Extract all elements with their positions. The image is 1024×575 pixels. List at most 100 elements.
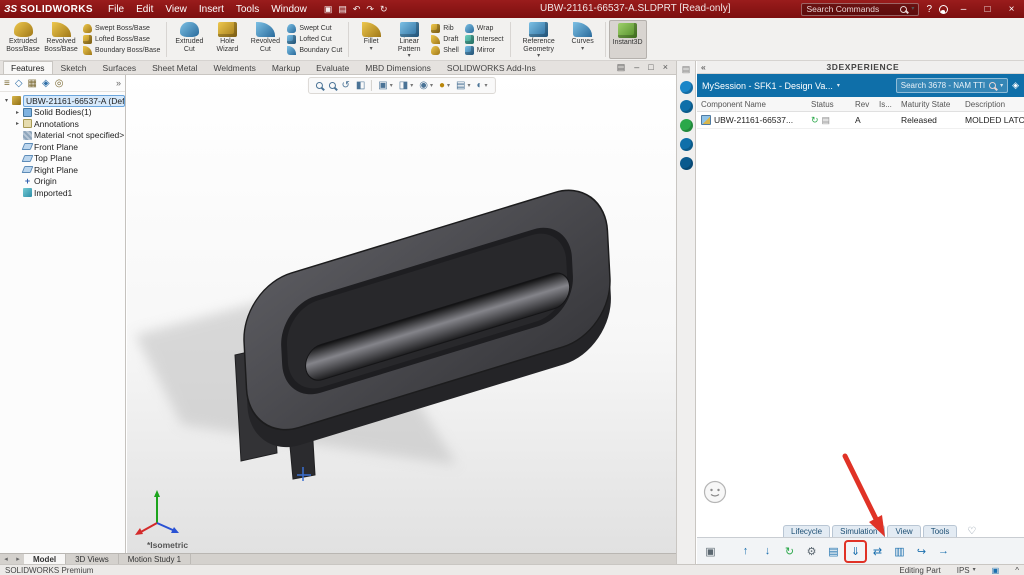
dropdown-icon[interactable]: ▾ (390, 82, 393, 89)
save-icon[interactable]: ▤ (338, 4, 347, 15)
child-close-button[interactable]: × (663, 63, 668, 72)
intersect-button[interactable]: Intersect (465, 35, 504, 44)
expand-arrow-icon[interactable]: ▸ (14, 109, 21, 116)
tab-mbd-dimensions[interactable]: MBD Dimensions (357, 61, 439, 74)
view-settings-icon[interactable]: ◐ (477, 80, 483, 91)
previous-view-icon[interactable]: ↺ (341, 80, 349, 91)
lofted-boss-base-button[interactable]: Lofted Boss/Base (83, 35, 160, 44)
tree-item-top-plane[interactable]: Top Plane (3, 153, 125, 165)
tree-item-origin[interactable]: + Origin (3, 176, 125, 188)
community-icon[interactable] (680, 138, 693, 151)
display-style-icon[interactable]: ◨ (399, 80, 408, 91)
tab-solidworks-addins[interactable]: SOLIDWORKS Add-Ins (439, 61, 544, 74)
component-info-icon[interactable]: ▥ (890, 542, 909, 561)
compass-icon[interactable] (680, 100, 693, 113)
column-is[interactable]: Is... (879, 100, 901, 109)
revolved-boss-base-button[interactable]: Revolved Boss/Base (42, 20, 80, 59)
expand-arrow-icon[interactable]: ▸ (14, 120, 21, 127)
hole-wizard-button[interactable]: Hole Wizard (208, 20, 246, 59)
child-minimize-button[interactable]: – (634, 63, 639, 72)
reference-geometry-button[interactable]: Reference Geometry ▾ (514, 20, 564, 59)
tab-weldments[interactable]: Weldments (205, 61, 263, 74)
linear-pattern-button[interactable]: Linear Pattern ▾ (390, 20, 428, 59)
sustainability-icon[interactable] (680, 119, 693, 132)
tab-3d-views[interactable]: 3D Views (66, 554, 119, 564)
units-dropdown-icon[interactable]: ▾ (973, 567, 976, 573)
collaborative-space-search[interactable]: Search 3678 - NAM TTI ▾ (896, 78, 1008, 93)
dimxpertmanager-tab-icon[interactable]: ◈ (42, 78, 50, 89)
edit-appearance-icon[interactable]: ● (439, 80, 445, 91)
window-minimize-button[interactable]: – (955, 4, 972, 15)
shell-button[interactable]: Shell (431, 46, 459, 55)
fillet-button[interactable]: Fillet ▾ (352, 20, 390, 59)
expand-statusbar-icon[interactable]: ^ (1015, 566, 1019, 575)
dashboard-icon[interactable] (680, 81, 693, 94)
column-description[interactable]: Description (965, 100, 1024, 109)
expand-panel-chevron-icon[interactable]: » (116, 78, 121, 88)
search-dropdown-icon[interactable]: ▾ (1000, 83, 1003, 89)
tree-item-annotations[interactable]: ▸ Annotations (3, 118, 125, 130)
publish-icon[interactable]: ↑ (736, 542, 755, 561)
instant3d-button[interactable]: Instant3D (609, 20, 647, 59)
apps-icon[interactable] (680, 157, 693, 170)
boundary-boss-base-button[interactable]: Boundary Boss/Base (83, 46, 160, 55)
lofted-cut-button[interactable]: Lofted Cut (287, 35, 342, 44)
view-orientation-icon[interactable]: ▣ (378, 80, 387, 91)
tree-item-solid-bodies[interactable]: ▸ Solid Bodies(1) (3, 107, 125, 119)
dropdown-icon[interactable]: ▾ (485, 82, 488, 89)
extruded-cut-button[interactable]: Extruded Cut (170, 20, 208, 59)
units-selector[interactable]: IPS ▾ (957, 566, 976, 575)
download-icon[interactable]: ↓ (758, 542, 777, 561)
search-dropdown-icon[interactable]: ▾ (911, 6, 914, 12)
user-account-icon[interactable] (939, 5, 948, 14)
column-component-name[interactable]: Component Name (697, 100, 809, 109)
tab-sketch[interactable]: Sketch (53, 61, 95, 74)
command-search-box[interactable]: Search Commands ▾ (801, 3, 919, 16)
dropdown-icon[interactable]: ▾ (447, 82, 450, 89)
tab-simulation[interactable]: Simulation (832, 525, 885, 537)
tab-lifecycle[interactable]: Lifecycle (783, 525, 830, 537)
update-status-icon[interactable]: ↻ (780, 542, 799, 561)
propertymanager-tab-icon[interactable]: ◇ (15, 78, 23, 89)
dropdown-icon[interactable]: ▾ (467, 82, 470, 89)
featuremanager-tab-icon[interactable]: ≡ (4, 78, 10, 89)
boundary-cut-button[interactable]: Boundary Cut (287, 46, 342, 55)
dropdown-icon[interactable]: ▾ (410, 82, 413, 89)
tab-markup[interactable]: Markup (264, 61, 308, 74)
session-dropdown-icon[interactable]: ▾ (837, 83, 840, 89)
tab-evaluate[interactable]: Evaluate (308, 61, 357, 74)
graphics-viewport[interactable]: ↺ ◧ ▣▾ ◨▾ ◉▾ ●▾ ▤▾ ◐▾ (127, 75, 676, 553)
help-icon[interactable]: ? (926, 4, 932, 15)
draft-button[interactable]: Draft (431, 35, 459, 44)
hide-show-items-icon[interactable]: ◉ (419, 80, 428, 91)
select-tool-icon[interactable]: ▣ (701, 542, 720, 561)
menu-edit[interactable]: Edit (131, 4, 158, 15)
expand-arrow-icon[interactable]: ▾ (3, 97, 10, 104)
window-close-button[interactable]: × (1003, 4, 1020, 15)
undo-icon[interactable]: ↶ (353, 4, 361, 15)
insert-component-icon[interactable]: ⇓ (846, 542, 865, 561)
extruded-boss-base-button[interactable]: Extruded Boss/Base (4, 20, 42, 59)
column-rev[interactable]: Rev (855, 100, 879, 109)
tab-motion-study-1[interactable]: Motion Study 1 (119, 554, 191, 564)
tab-scroll-left-icon[interactable]: ◂ (0, 554, 12, 564)
curves-dropdown-icon[interactable]: ▾ (581, 46, 584, 52)
tab-scroll-right-icon[interactable]: ▸ (12, 554, 24, 564)
assistant-avatar-icon[interactable] (703, 480, 727, 504)
tag-icon[interactable]: ◈ (1012, 80, 1019, 91)
menu-file[interactable]: File (103, 4, 129, 15)
tab-sheet-metal[interactable]: Sheet Metal (144, 61, 205, 74)
replace-component-icon[interactable]: ⇄ (868, 542, 887, 561)
tab-surfaces[interactable]: Surfaces (95, 61, 145, 74)
mirror-button[interactable]: Mirror (465, 46, 504, 55)
panel-icon[interactable]: ▤ (682, 64, 691, 75)
options-gear-icon[interactable]: ⚙ (802, 542, 821, 561)
apply-scene-icon[interactable]: ▤ (456, 80, 465, 91)
curves-button[interactable]: Curves ▾ (564, 20, 602, 59)
revolved-cut-button[interactable]: Revolved Cut (246, 20, 284, 59)
fillet-dropdown-icon[interactable]: ▾ (370, 46, 373, 52)
swept-boss-base-button[interactable]: Swept Boss/Base (83, 24, 160, 33)
part-3d-model[interactable] (127, 75, 676, 553)
menu-tools[interactable]: Tools (231, 4, 264, 15)
tree-item-material[interactable]: Material <not specified> (3, 130, 125, 142)
